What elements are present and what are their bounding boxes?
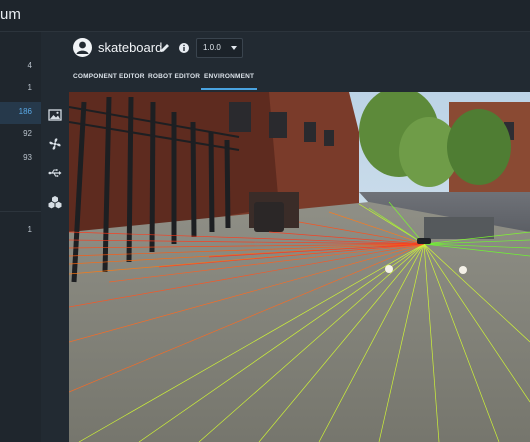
sidebar-item-4[interactable]: 92 <box>0 124 41 146</box>
sidebar-item-6[interactable]: 1 <box>0 220 41 242</box>
sidebar: 4 1 186 92 93 1 <box>0 32 41 442</box>
viewport-toolbar <box>41 92 69 442</box>
info-icon[interactable] <box>178 41 190 53</box>
sidebar-item-1[interactable]: 4 <box>0 56 41 78</box>
simulation-viewport[interactable] <box>69 92 530 442</box>
tab-component-editor[interactable]: COMPONENT EDITOR <box>73 72 145 88</box>
sidebar-item-count: 92 <box>23 129 32 138</box>
sidebar-item-count: 4 <box>27 61 32 70</box>
image-icon[interactable] <box>46 106 64 124</box>
chevron-down-icon <box>231 46 237 50</box>
version-value: 1.0.0 <box>203 43 221 52</box>
version-select[interactable]: 1.0.0 <box>196 38 243 58</box>
sidebar-item-count: 186 <box>18 107 32 116</box>
fan-icon[interactable] <box>46 135 64 153</box>
sidebar-item-5[interactable]: 93 <box>0 148 41 170</box>
sidebar-item-count: 93 <box>23 153 32 162</box>
sidebar-item-count: 1 <box>27 225 32 234</box>
top-bar: um <box>0 0 530 32</box>
robot-name: skateboard <box>98 40 163 55</box>
street-scene <box>69 92 530 442</box>
sidebar-item-count: 1 <box>27 83 32 92</box>
robot-avatar-icon <box>73 38 92 57</box>
sidebar-item-3[interactable]: 186 <box>0 102 41 124</box>
edit-icon[interactable] <box>159 41 171 53</box>
tab-robot-editor[interactable]: ROBOT EDITOR <box>148 72 200 88</box>
sidebar-item-2[interactable]: 1 <box>0 78 41 100</box>
planter <box>424 217 494 239</box>
usb-icon[interactable] <box>46 164 64 182</box>
tab-environment[interactable]: ENVIRONMENT <box>201 72 258 90</box>
sidebar-divider <box>0 211 41 212</box>
cubes-icon[interactable] <box>46 193 64 211</box>
app-title: um <box>0 6 21 23</box>
